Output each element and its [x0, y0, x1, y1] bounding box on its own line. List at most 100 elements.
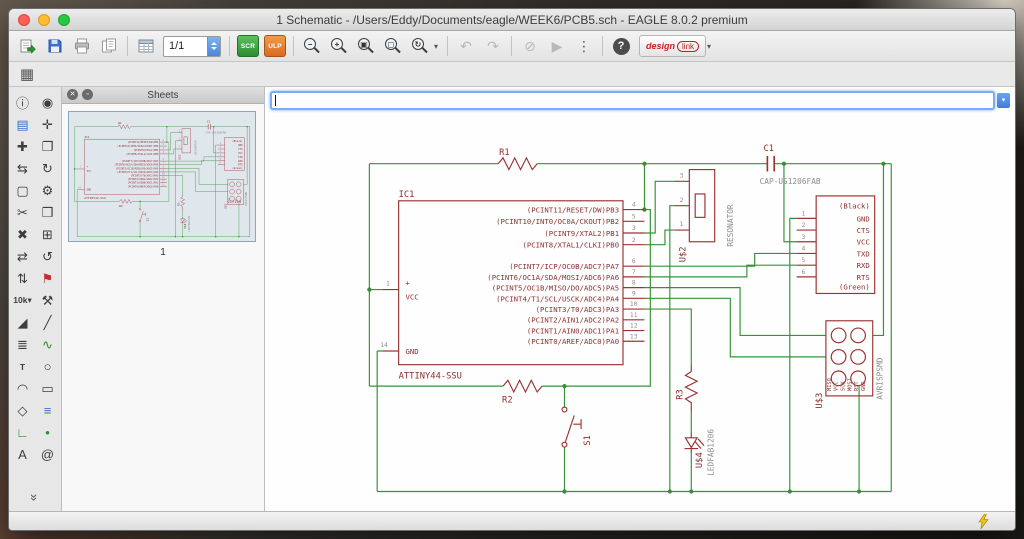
chevron-down-icon: ▾: [1002, 96, 1006, 104]
save-icon: [46, 37, 64, 55]
ulp-button[interactable]: ULP: [262, 34, 288, 58]
fullscreen-button[interactable]: [58, 14, 70, 26]
zoom-out-button[interactable]: −: [299, 34, 325, 58]
tool-polygon[interactable]: ◇: [11, 400, 35, 421]
sheet-table-button[interactable]: [133, 34, 159, 58]
tool-add[interactable]: ⊞: [36, 224, 60, 245]
copy-document-button[interactable]: [96, 34, 122, 58]
spark-lightning-icon[interactable]: [978, 514, 989, 529]
design-link-logo: design: [646, 41, 675, 51]
action-toolbar: 1/1 SCR ULP − + ▣ ◻ ↻ ▾ ↶ ↷ ⊘ ▶ ⋮ ?: [9, 31, 1015, 62]
scr-icon: SCR: [237, 35, 259, 57]
zoom-in-button[interactable]: +: [326, 34, 352, 58]
tool-move[interactable]: ✚: [11, 136, 35, 157]
open-file-button[interactable]: [15, 34, 41, 58]
sheet-thumbnail-label[interactable]: 1: [62, 244, 264, 261]
zoom-select-button[interactable]: ◻: [380, 34, 406, 58]
tool-cut[interactable]: ✂: [11, 202, 35, 223]
tool-mirror[interactable]: ⇆: [11, 158, 35, 179]
grid-settings-button[interactable]: ▦: [14, 62, 40, 86]
tool-wire[interactable]: ∿: [36, 334, 60, 355]
tool-invoke[interactable]: ≣: [11, 334, 35, 355]
print-icon: [73, 37, 91, 55]
undo-button[interactable]: ↶: [453, 34, 479, 58]
drawing-area[interactable]: [265, 113, 1015, 511]
tool-junction[interactable]: •: [36, 422, 60, 443]
sheet-selector-value: 1/1: [164, 40, 207, 52]
help-button[interactable]: ?: [608, 34, 634, 58]
titlebar[interactable]: 1 Schematic - /Users/Eddy/Documents/eagl…: [9, 9, 1015, 31]
grid-icon: ▦: [20, 65, 34, 83]
tool-net[interactable]: ∟: [11, 422, 35, 443]
tool-text[interactable]: T: [11, 356, 35, 377]
sheets-panel-header[interactable]: ✕ ▫ Sheets: [62, 87, 264, 104]
design-link-caret[interactable]: ▾: [707, 42, 715, 51]
tool-show[interactable]: ◉: [36, 92, 60, 113]
palette-more-button[interactable]: »: [27, 494, 42, 501]
sheet-table-icon: [137, 37, 155, 55]
schematic-canvas: ▾: [265, 87, 1015, 511]
sheets-close-button[interactable]: ✕: [67, 89, 78, 100]
toolbar-separator: [511, 36, 512, 56]
command-line-box[interactable]: [270, 91, 995, 110]
command-line-row: ▾: [265, 87, 1015, 113]
desktop: { "window": {"title": "1 Schematic - /Us…: [0, 0, 1024, 539]
tool-paste[interactable]: ❒: [36, 202, 60, 223]
tool-split[interactable]: ╱: [36, 312, 60, 333]
ulp-icon: ULP: [264, 35, 286, 57]
tool-attribute[interactable]: @: [36, 444, 60, 465]
tool-pinswap[interactable]: ⇄: [11, 246, 35, 267]
tool-bus[interactable]: ≡: [36, 400, 60, 421]
parameter-toolbar: ▦: [9, 62, 1015, 87]
tool-label[interactable]: A: [11, 444, 35, 465]
tool-display[interactable]: ▤: [11, 114, 35, 135]
status-bar: [9, 511, 1015, 530]
stop-button[interactable]: ⊘: [517, 34, 543, 58]
eagle-window: 1 Schematic - /Users/Eddy/Documents/eagl…: [8, 8, 1016, 531]
zoom-in-icon: +: [330, 37, 348, 55]
zoom-menu-caret[interactable]: ▾: [434, 42, 442, 51]
zoom-select-icon: ◻: [384, 37, 402, 55]
tool-value[interactable]: 10k▾: [11, 290, 35, 311]
command-history-dropdown[interactable]: ▾: [997, 93, 1010, 108]
tool-smash[interactable]: ⚒: [36, 290, 60, 311]
sheets-detach-button[interactable]: ▫: [82, 89, 93, 100]
tool-circle[interactable]: ○: [36, 356, 60, 377]
overflow-menu-button[interactable]: ⋮: [571, 34, 597, 58]
scr-script-button[interactable]: SCR: [235, 34, 261, 58]
toolbar-separator: [602, 36, 603, 56]
sheet-thumbnail-drawing[interactable]: [69, 112, 255, 241]
minimize-button[interactable]: [38, 14, 50, 26]
tool-delete[interactable]: ✖: [11, 224, 35, 245]
sheet-thumbnail[interactable]: [68, 111, 256, 242]
print-button[interactable]: [69, 34, 95, 58]
save-button[interactable]: [42, 34, 68, 58]
run-button[interactable]: ▶: [544, 34, 570, 58]
design-link-button[interactable]: design link: [639, 35, 706, 57]
tool-palette: ⓘ◉▤✛✚❐⇆↻▢⚙✂❒✖⊞⇄↺⇅⚑10k▾⚒◢╱≣∿T○◠▭◇≡∟•A@ »: [9, 87, 62, 511]
tool-mark[interactable]: ✛: [36, 114, 60, 135]
tool-info[interactable]: ⓘ: [11, 92, 35, 113]
zoom-fit-icon: ▣: [357, 37, 375, 55]
command-line-input[interactable]: [276, 94, 993, 106]
tool-name[interactable]: ⚑: [36, 268, 60, 289]
sheet-selector[interactable]: 1/1: [163, 36, 221, 57]
help-icon: ?: [613, 38, 630, 55]
tool-copy[interactable]: ❐: [36, 136, 60, 157]
redo-button[interactable]: ↷: [480, 34, 506, 58]
tool-rotate[interactable]: ↻: [36, 158, 60, 179]
tool-gateswap[interactable]: ⇅: [11, 268, 35, 289]
tool-change[interactable]: ⚙: [36, 180, 60, 201]
tool-replace[interactable]: ↺: [36, 246, 60, 267]
copy-document-icon: [100, 37, 118, 55]
toolbar-separator: [447, 36, 448, 56]
main-area: ⓘ◉▤✛✚❐⇆↻▢⚙✂❒✖⊞⇄↺⇅⚑10k▾⚒◢╱≣∿T○◠▭◇≡∟•A@ » …: [9, 87, 1015, 511]
tool-arc[interactable]: ◠: [11, 378, 35, 399]
tool-miter[interactable]: ◢: [11, 312, 35, 333]
close-button[interactable]: [18, 14, 30, 26]
tool-group[interactable]: ▢: [11, 180, 35, 201]
zoom-fit-button[interactable]: ▣: [353, 34, 379, 58]
tool-rect[interactable]: ▭: [36, 378, 60, 399]
sheet-selector-stepper[interactable]: [207, 37, 220, 56]
zoom-redraw-button[interactable]: ↻: [407, 34, 433, 58]
